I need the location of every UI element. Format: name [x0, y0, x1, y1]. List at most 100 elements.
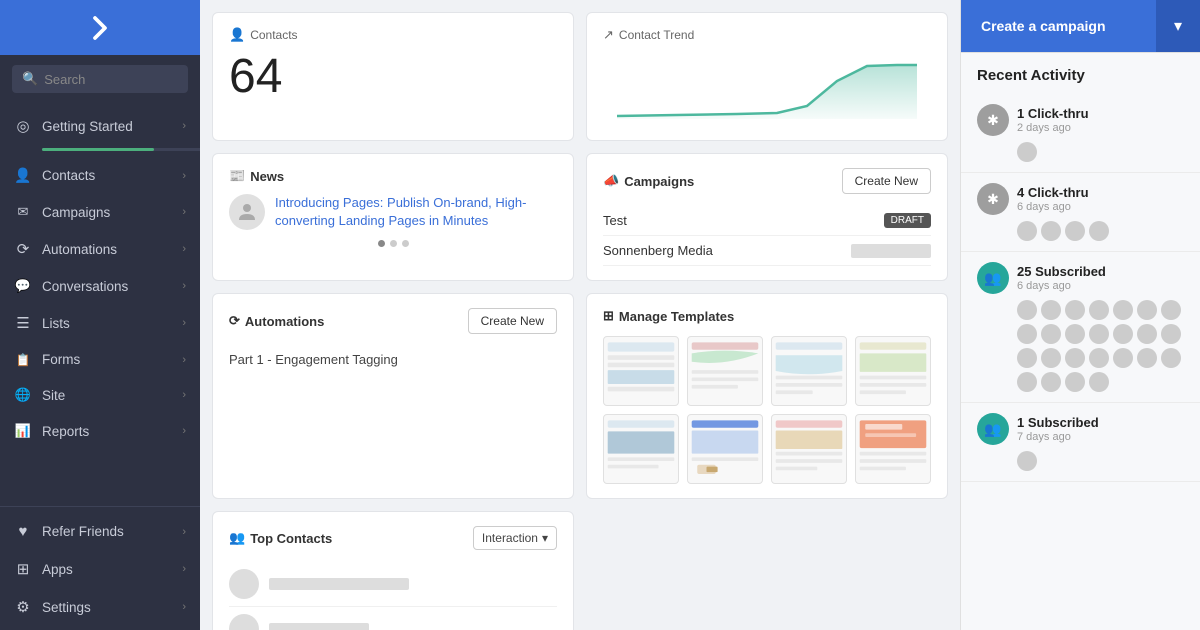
campaigns-card-header: 📣 Campaigns Create New	[603, 168, 931, 194]
template-4[interactable]	[855, 336, 931, 406]
sidebar-item-apps[interactable]: ⊞ Apps ›	[0, 550, 200, 588]
template-7[interactable]	[771, 414, 847, 484]
activity-time-2: 6 days ago	[1017, 201, 1089, 213]
sidebar-item-forms[interactable]: 📋 Forms ›	[0, 342, 200, 377]
mini-avatar	[1041, 221, 1061, 241]
sidebar-item-conversations[interactable]: 💬 Conversations ›	[0, 268, 200, 304]
mini-avatar	[1137, 300, 1157, 320]
main-content: 👤 Contacts 64 ↗ Contact Trend 📰 News	[200, 0, 960, 630]
automations-icon: ⟳	[14, 240, 32, 258]
activity-header-3: 👥 25 Subscribed 6 days ago	[977, 262, 1184, 294]
activity-item-3: 👥 25 Subscribed 6 days ago	[961, 252, 1200, 403]
chevron-icon: ›	[182, 120, 186, 132]
search-bar[interactable]: 🔍	[12, 65, 188, 93]
sidebar-item-lists[interactable]: ☰ Lists ›	[0, 304, 200, 342]
sidebar-item-campaigns[interactable]: ✉ Campaigns ›	[0, 194, 200, 230]
news-item: Introducing Pages: Publish On-brand, Hig…	[229, 194, 557, 230]
activity-text-4: 1 Subscribed	[1017, 415, 1099, 430]
automations-card-title: ⟳ Automations	[229, 313, 324, 329]
activity-avatars-2	[1017, 221, 1184, 241]
news-dot-2[interactable]	[390, 240, 397, 247]
activity-item-1: ✱ 1 Click-thru 2 days ago	[961, 94, 1200, 173]
mini-avatar	[1113, 300, 1133, 320]
activity-avatars-4	[1017, 451, 1184, 471]
campaign-row-1: Test DRAFT	[603, 206, 931, 236]
sidebar-item-contacts[interactable]: 👤 Contacts ›	[0, 157, 200, 194]
contact-avatar-2	[229, 614, 259, 630]
top-contacts-card: 👥 Top Contacts Interaction ▾	[212, 511, 574, 630]
contact-row-2	[229, 607, 557, 630]
contacts-card: 👤 Contacts 64	[212, 12, 574, 141]
campaigns-icon: ✉	[14, 204, 32, 220]
mini-avatar	[1065, 372, 1085, 392]
activity-item-4: 👥 1 Subscribed 7 days ago	[961, 403, 1200, 482]
contact-bar-2	[269, 623, 369, 630]
trend-chart	[603, 51, 931, 121]
news-icon: 📰	[229, 168, 245, 184]
mini-avatar	[1017, 300, 1037, 320]
activity-item-2: ✱ 4 Click-thru 6 days ago	[961, 173, 1200, 252]
sidebar-item-site[interactable]: 🌐 Site ›	[0, 377, 200, 413]
apps-icon: ⊞	[14, 560, 32, 578]
template-6[interactable]	[687, 414, 763, 484]
templates-icon: ⊞	[603, 308, 614, 324]
campaigns-card: 📣 Campaigns Create New Test DRAFT Sonnen…	[586, 153, 948, 281]
conversations-icon: 💬	[14, 278, 32, 294]
sidebar-bottom: ♥ Refer Friends › ⊞ Apps › ⚙ Settings ›	[0, 506, 200, 630]
campaign-name-2: Sonnenberg Media	[603, 243, 713, 258]
templates-card: ⊞ Manage Templates	[586, 293, 948, 499]
mini-avatar	[1161, 300, 1181, 320]
trend-card-title: ↗ Contact Trend	[603, 27, 931, 43]
campaign-row-2: Sonnenberg Media	[603, 236, 931, 266]
right-panel: Create a campaign ▾ Recent Activity ✱ 1 …	[960, 0, 1200, 630]
trend-card: ↗ Contact Trend	[586, 12, 948, 141]
progress-bar-fill	[42, 148, 154, 151]
activity-time-3: 6 days ago	[1017, 280, 1106, 292]
search-icon: 🔍	[22, 71, 38, 87]
chevron-down-icon: ▾	[1174, 16, 1182, 36]
template-8[interactable]	[855, 414, 931, 484]
interaction-dropdown[interactable]: Interaction ▾	[473, 526, 557, 550]
news-dot-1[interactable]	[378, 240, 385, 247]
mini-avatar	[1017, 324, 1037, 344]
mini-avatar	[1089, 324, 1109, 344]
contact-avatar-1	[229, 569, 259, 599]
sidebar-item-reports[interactable]: 📊 Reports ›	[0, 413, 200, 449]
automations-create-new-button[interactable]: Create New	[468, 308, 557, 334]
create-campaign-dropdown-button[interactable]: ▾	[1156, 0, 1200, 52]
news-dot-3[interactable]	[402, 240, 409, 247]
mini-avatar	[1041, 300, 1061, 320]
getting-started-icon: ◎	[14, 117, 32, 135]
templates-card-title: ⊞ Manage Templates	[603, 308, 931, 324]
automations-card-header: ⟳ Automations Create New	[229, 308, 557, 334]
mini-avatar	[1017, 348, 1037, 368]
mini-avatar	[1017, 372, 1037, 392]
sidebar-item-automations[interactable]: ⟳ Automations ›	[0, 230, 200, 268]
top-contacts-header: 👥 Top Contacts Interaction ▾	[229, 526, 557, 550]
contacts-card-title: 👤 Contacts	[229, 27, 557, 43]
sidebar-item-settings[interactable]: ⚙ Settings ›	[0, 588, 200, 626]
site-icon: 🌐	[14, 387, 32, 403]
template-5[interactable]	[603, 414, 679, 484]
contact-row-1	[229, 562, 557, 607]
template-3[interactable]	[771, 336, 847, 406]
news-card: 📰 News Introducing Pages: Publish On-bra…	[212, 153, 574, 281]
create-campaign-button[interactable]: Create a campaign	[961, 0, 1156, 52]
activity-header-2: ✱ 4 Click-thru 6 days ago	[977, 183, 1184, 215]
sidebar-logo[interactable]	[0, 0, 200, 55]
activity-icon-4: 👥	[977, 413, 1009, 445]
template-1[interactable]	[603, 336, 679, 406]
activity-header-1: ✱ 1 Click-thru 2 days ago	[977, 104, 1184, 136]
sidebar-item-getting-started[interactable]: ◎ Getting Started ›	[0, 107, 200, 157]
sidebar-item-refer-friends[interactable]: ♥ Refer Friends ›	[0, 513, 200, 550]
mini-avatar	[1041, 324, 1061, 344]
activity-icon-1: ✱	[977, 104, 1009, 136]
news-link[interactable]: Introducing Pages: Publish On-brand, Hig…	[275, 194, 557, 230]
campaigns-create-new-button[interactable]: Create New	[842, 168, 931, 194]
mini-avatar	[1065, 221, 1085, 241]
template-2[interactable]	[687, 336, 763, 406]
mini-avatar	[1041, 372, 1061, 392]
mini-avatar	[1017, 142, 1037, 162]
search-input[interactable]	[44, 72, 178, 87]
contacts-count: 64	[229, 49, 557, 104]
